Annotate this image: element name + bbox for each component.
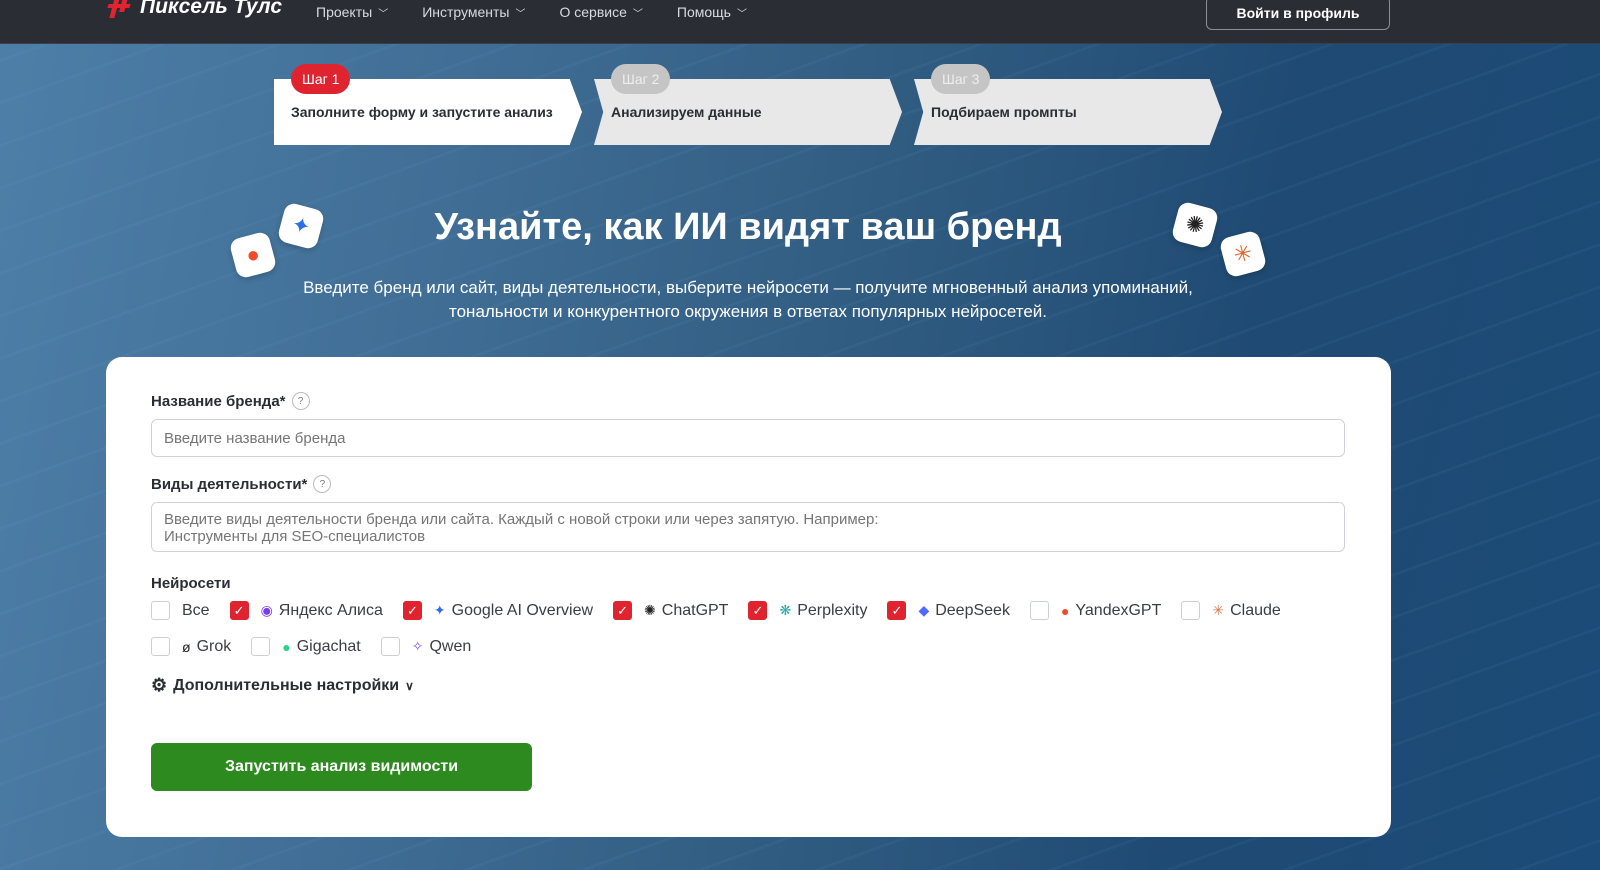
logo-text: Пиксель Тулс	[140, 0, 283, 18]
network-label: Gigachat	[296, 637, 361, 655]
network-icon: ✳	[1212, 602, 1225, 618]
network-icon: ●	[1060, 602, 1070, 619]
network-option-qwen[interactable]: ✧ Qwen	[380, 637, 472, 656]
network-option-grok[interactable]: ø Grok	[151, 637, 231, 656]
networks-row: Все ✓ ◉ Яндекс Алиса ✓ ✦ Google AI Overview ✓ ✺ C…	[151, 601, 1301, 620]
network-option-yandexgpt[interactable]: ● YandexGPT	[1029, 601, 1162, 620]
checkbox[interactable]	[1029, 601, 1049, 620]
network-option-gigachat[interactable]: ● Gigachat	[251, 637, 361, 656]
network-option-perplexity[interactable]: ✓ ❋ Perplexity	[748, 601, 867, 620]
network-label: Qwen	[429, 637, 472, 655]
networks-label: Нейросети	[151, 575, 231, 592]
advanced-settings-toggle[interactable]: ⚙ Дополнительные настройки ∨	[151, 675, 414, 696]
checkbox[interactable]: ✓	[748, 601, 768, 620]
network-label: YandexGPT	[1075, 601, 1162, 619]
network-label: ChatGPT	[661, 601, 729, 619]
network-icon: ✺	[644, 602, 656, 618]
network-label: Perplexity	[797, 601, 868, 619]
network-option-google-ai-overview[interactable]: ✓ ✦ Google AI Overview	[402, 601, 594, 620]
network-label: Google AI Overview	[451, 601, 594, 619]
checkbox[interactable]	[251, 637, 271, 656]
chevron-down-icon: ﹀	[378, 9, 389, 20]
network-option-яндекс-алиса[interactable]: ✓ ◉ Яндекс Алиса	[229, 601, 383, 620]
page-subtitle: Введите бренд или сайт, виды деятельност…	[303, 278, 1193, 321]
step-badge: Шаг 3	[931, 64, 991, 94]
network-icon: ø	[182, 638, 191, 655]
step-title: Заполните форму и запустите анализ	[291, 104, 553, 120]
run-analysis-button[interactable]: Запустить анализ видимости	[151, 743, 532, 791]
brand-label: Название бренда*?	[151, 392, 310, 410]
analysis-form: Название бренда*? Виды деятельности*? Не…	[106, 357, 1391, 837]
network-icon: ✦	[433, 602, 446, 618]
checkbox[interactable]: ✓	[887, 601, 907, 620]
logo-icon	[106, 0, 132, 20]
checkbox[interactable]: ✓	[402, 601, 422, 620]
chevron-down-icon: ∨	[405, 678, 414, 693]
network-label: Claude	[1230, 601, 1281, 619]
networks-row: ø Grok ● Gigachat ✧ Qwen	[151, 637, 491, 656]
network-option-все[interactable]: Все	[151, 601, 210, 620]
checkbox[interactable]	[380, 637, 400, 656]
nav-tools[interactable]: Инструменты ﹀	[422, 4, 525, 20]
step-title: Подбираем промпты	[931, 104, 1077, 120]
step-title: Анализируем данные	[611, 104, 762, 120]
help-icon[interactable]: ?	[291, 392, 310, 410]
nav-projects[interactable]: Проекты ﹀	[316, 4, 388, 20]
page-title: Узнайте, как ИИ видят ваш бренд	[434, 206, 1062, 248]
checkbox[interactable]: ✓	[229, 601, 249, 620]
network-label: Яндекс Алиса	[278, 601, 383, 619]
network-option-deepseek[interactable]: ✓ ◆ DeepSeek	[887, 601, 1010, 620]
help-icon[interactable]: ?	[313, 475, 332, 493]
chevron-down-icon: ﹀	[515, 9, 526, 20]
checkbox[interactable]	[1181, 601, 1201, 620]
network-option-chatgpt[interactable]: ✓ ✺ ChatGPT	[613, 601, 728, 620]
activity-label: Виды деятельности*?	[151, 475, 332, 493]
network-label: Все	[182, 601, 210, 619]
checkbox[interactable]	[151, 601, 170, 620]
network-option-claude[interactable]: ✳ Claude	[1181, 601, 1281, 620]
network-label: Grok	[196, 637, 232, 655]
step-badge: Шаг 2	[611, 64, 671, 94]
chevron-down-icon: ﹀	[736, 9, 747, 20]
gear-icon: ⚙	[151, 675, 168, 695]
checkbox[interactable]: ✓	[613, 601, 633, 620]
logo[interactable]: Пиксель Тулс	[106, 0, 282, 20]
activity-textarea[interactable]	[151, 502, 1345, 552]
network-icon: ❋	[779, 602, 792, 618]
brand-input[interactable]	[151, 419, 1345, 457]
nav-about[interactable]: О сервисе ﹀	[559, 4, 642, 20]
chevron-down-icon: ﹀	[632, 9, 643, 20]
top-nav: Пиксель Тулс Проекты ﹀ Инструменты ﹀ О сер…	[0, 0, 1600, 44]
login-button[interactable]: Войти в профиль	[1206, 0, 1390, 30]
checkbox[interactable]	[151, 637, 170, 656]
network-icon: ◆	[918, 602, 930, 618]
network-label: DeepSeek	[935, 601, 1010, 619]
network-icon: ◉	[260, 602, 273, 618]
network-icon: ●	[282, 638, 291, 655]
network-icon: ✧	[411, 638, 424, 654]
step-badge: Шаг 1	[291, 64, 351, 94]
nav-help[interactable]: Помощь ﹀	[677, 4, 747, 20]
